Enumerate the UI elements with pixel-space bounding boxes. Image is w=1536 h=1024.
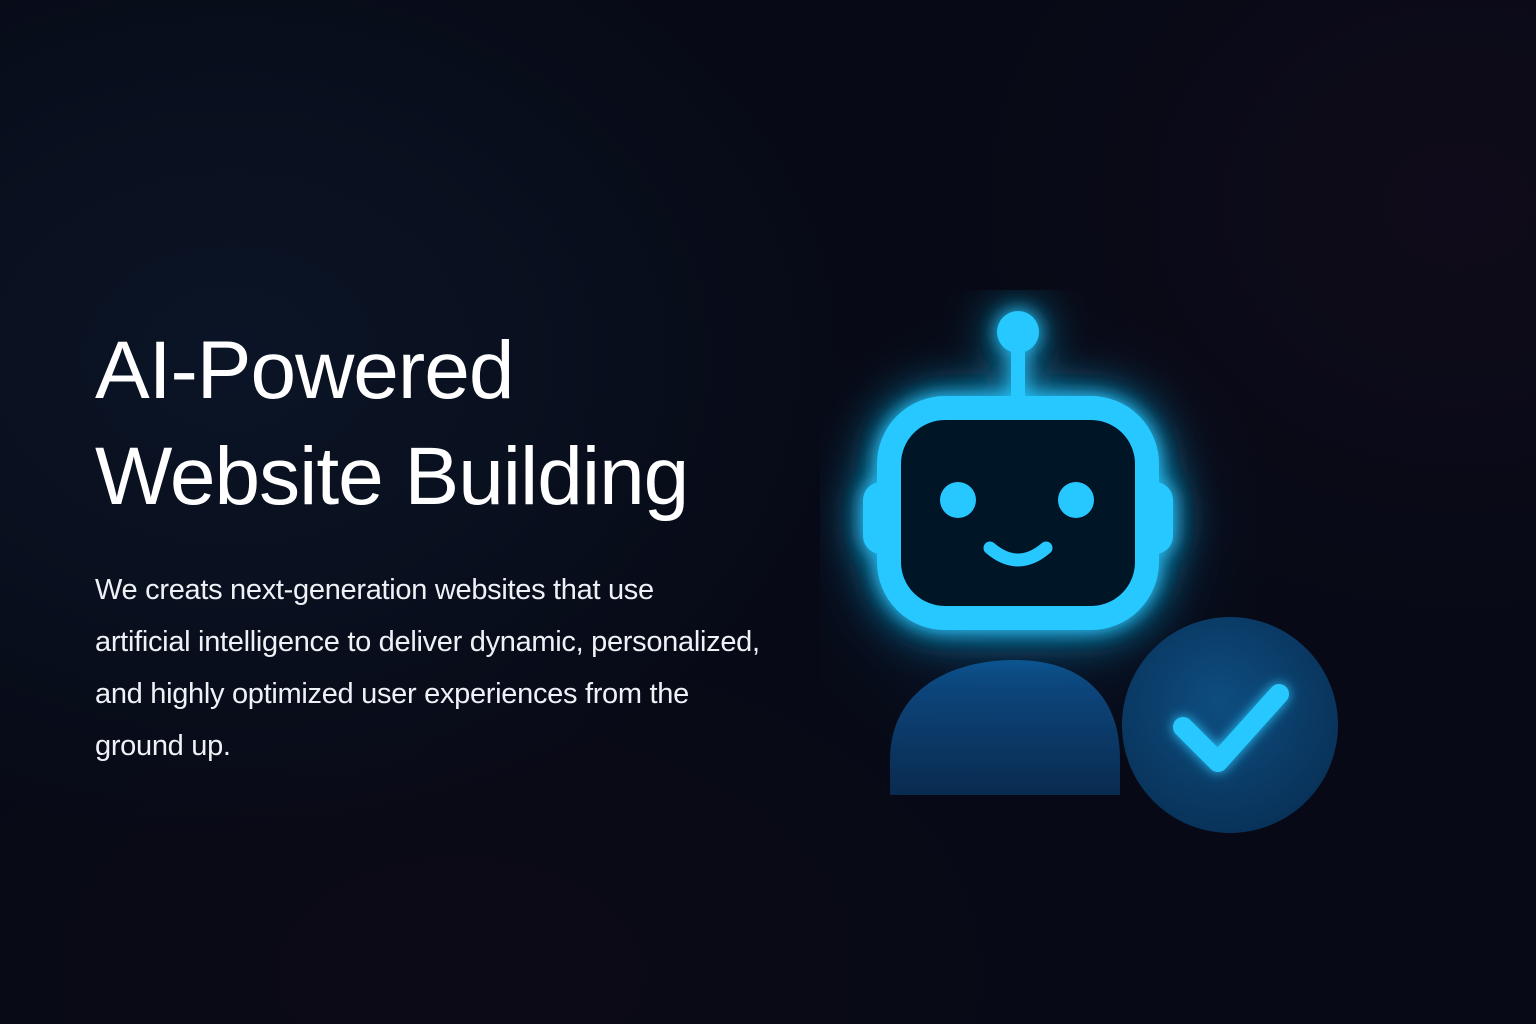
hero-description-line: ground up. bbox=[95, 730, 231, 762]
check-badge-circle bbox=[1122, 617, 1338, 833]
hero-title-line: AI-Powered bbox=[95, 325, 514, 416]
robot-right-eye bbox=[1058, 482, 1094, 518]
check-badge bbox=[1122, 617, 1338, 833]
hero-description: We creats next-generation websites that … bbox=[95, 564, 835, 772]
hero-description-line: We creats next-generation websites that … bbox=[95, 574, 654, 606]
hero-title: AI-Powered Website Building bbox=[95, 318, 835, 530]
hero-title-line: Website Building bbox=[95, 431, 689, 522]
hero-description-line: artificial intelligence to deliver dynam… bbox=[95, 626, 760, 658]
hero-section: AI-Powered Website Building We creats ne… bbox=[95, 318, 835, 772]
robot-head bbox=[877, 396, 1159, 630]
robot-left-eye bbox=[940, 482, 976, 518]
hero-description-line: and highly optimized user experiences fr… bbox=[95, 678, 689, 710]
robot-illustration bbox=[820, 290, 1380, 880]
robot-illustration-svg bbox=[820, 290, 1338, 833]
robot-antenna-tip bbox=[997, 311, 1039, 353]
